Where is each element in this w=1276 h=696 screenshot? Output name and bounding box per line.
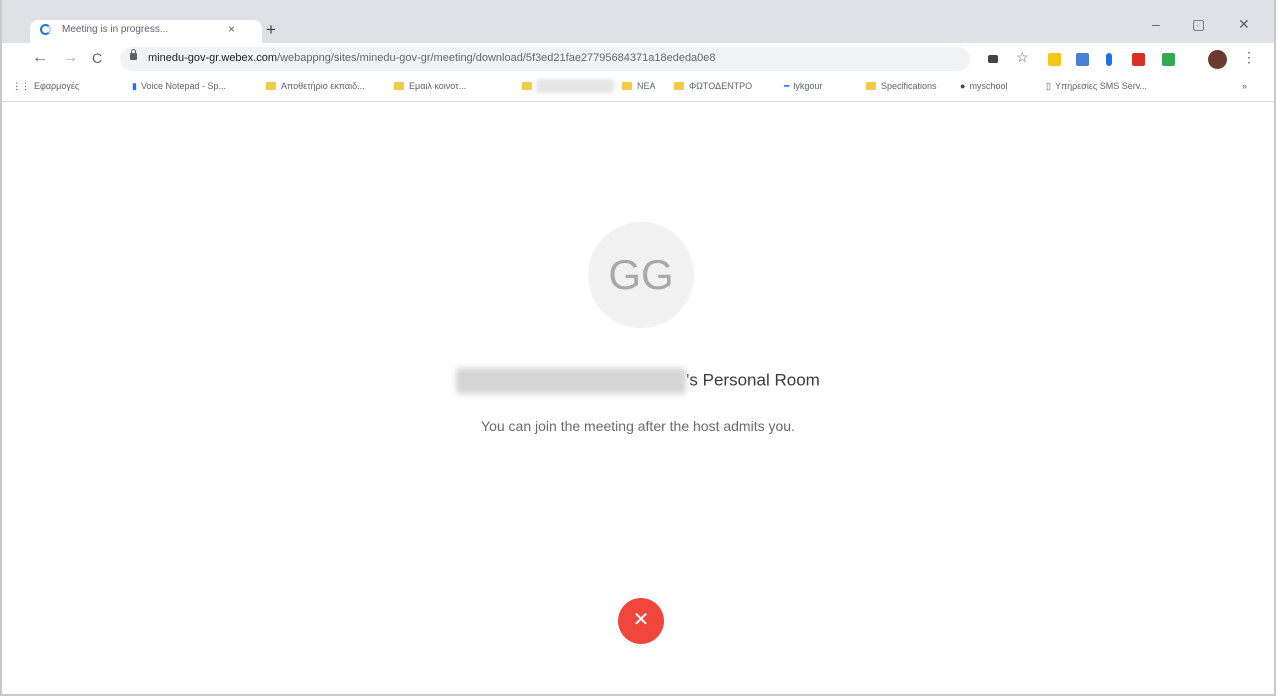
camera-icon[interactable] [988,55,998,63]
tab-close-icon[interactable]: × [228,22,235,36]
blurred-host-name [456,368,687,394]
microphone-icon[interactable] [1106,53,1112,66]
new-tab-button[interactable]: + [266,20,276,40]
bookmark-folder[interactable]: Αποθετήριο εκπαιδ... [266,81,365,91]
back-button[interactable]: ← [32,49,48,67]
close-icon: ✕ [632,609,650,631]
browser-window: Meeting is in progress... × + – ▢ ✕ ← → … [0,0,1276,696]
bookmark-voice-notepad[interactable]: ▮ Voice Notepad - Sp... [132,81,226,92]
flag-icon[interactable] [1132,53,1145,66]
meeting-lobby: GG 's Personal Room You can join the mee… [2,102,1274,694]
room-suffix: 's Personal Room [686,370,820,390]
link-icon: ━ [784,81,790,91]
bookmark-folder[interactable]: ΦΩΤΟΔΕΝΤΡΟ [674,81,752,91]
more-bookmarks-icon[interactable]: » [1242,81,1247,91]
url-text: minedu-gov-gr.webex.com/webappng/sites/m… [148,52,716,64]
room-title: 's Personal Room [2,368,1274,394]
avatar: GG [588,222,694,328]
bookmark-folder[interactable]: Εμαιλ κοινοτ... [394,81,466,91]
bookmark-apps[interactable]: ⋮⋮ Εφαρμογές [12,81,79,92]
bookmark-sms[interactable]: ▯ Υπηρεσίες SMS Serv... [1046,81,1147,92]
globe-icon: ● [960,81,966,91]
lock-icon [130,49,137,60]
folder-icon [394,82,404,90]
lobby-message: You can join the meeting after the host … [481,418,795,434]
microphone-icon: ▮ [132,81,137,91]
forward-button[interactable]: → [62,49,78,67]
reload-button[interactable]: C [92,50,102,66]
leave-meeting-button[interactable]: ✕ [618,598,664,644]
tab-title: Meeting is in progress... [62,24,169,35]
folder-icon [266,82,276,90]
url-host: minedu-gov-gr.webex.com [148,52,278,64]
minimize-button[interactable]: – [1152,16,1160,32]
folder-icon [622,82,632,90]
star-icon[interactable]: ☆ [1016,49,1029,65]
page-icon: ▯ [1046,81,1051,91]
maximize-button[interactable]: ▢ [1192,16,1205,33]
bookmark-folder[interactable]: ΝΕΑ [622,81,656,91]
browser-toolbar: ← → C minedu-gov-gr.webex.com/webappng/s… [2,43,1274,75]
extension-icon[interactable] [1048,53,1061,66]
close-window-button[interactable]: ✕ [1238,16,1250,33]
folder-icon [866,82,876,90]
bookmark-folder-blurred[interactable] [522,81,537,91]
menu-icon[interactable]: ⋮ [1242,49,1256,66]
blurred-bookmark-label [536,79,614,93]
profile-avatar[interactable] [1208,50,1227,69]
folder-icon [674,82,684,90]
tab-strip: Meeting is in progress... × + – ▢ ✕ [2,0,1274,43]
translate-icon[interactable] [1076,53,1089,66]
extension-green-icon[interactable] [1162,53,1175,66]
tab-meeting[interactable]: Meeting is in progress... × [30,20,262,43]
loading-spinner-icon [40,24,51,35]
bookmarks-bar: ⋮⋮ Εφαρμογές ▮ Voice Notepad - Sp... Αποθε… [2,75,1274,102]
folder-icon [522,82,532,90]
apps-grid-icon: ⋮⋮ [12,81,30,91]
bookmark-link[interactable]: ━ lykgour [784,81,822,92]
bookmark-myschool[interactable]: ● myschool [960,81,1007,91]
bookmark-folder[interactable]: Specifications [866,81,937,91]
url-path: /webappng/sites/minedu-gov-gr/meeting/do… [277,52,716,64]
address-bar[interactable]: minedu-gov-gr.webex.com/webappng/sites/m… [120,47,970,71]
